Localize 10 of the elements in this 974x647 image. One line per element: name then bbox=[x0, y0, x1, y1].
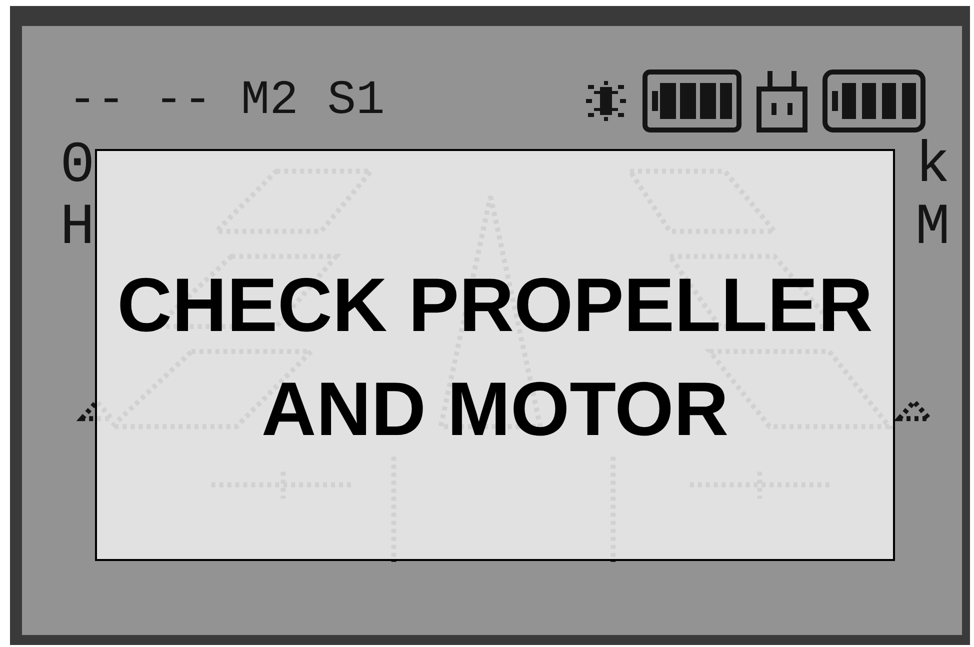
readout-value: 0 bbox=[60, 136, 95, 198]
readout-value: k bbox=[915, 136, 950, 198]
battery-icon bbox=[822, 69, 926, 133]
alert-message-line: AND MOTOR bbox=[261, 366, 729, 454]
battery-icon bbox=[642, 69, 742, 133]
controller-icon bbox=[756, 69, 808, 133]
status-text: -- -- M2 S1 bbox=[68, 77, 385, 125]
alert-message-line: CHECK PROPELLER bbox=[117, 262, 873, 350]
readout-label: H bbox=[60, 198, 95, 260]
readout-label: M bbox=[915, 198, 950, 260]
